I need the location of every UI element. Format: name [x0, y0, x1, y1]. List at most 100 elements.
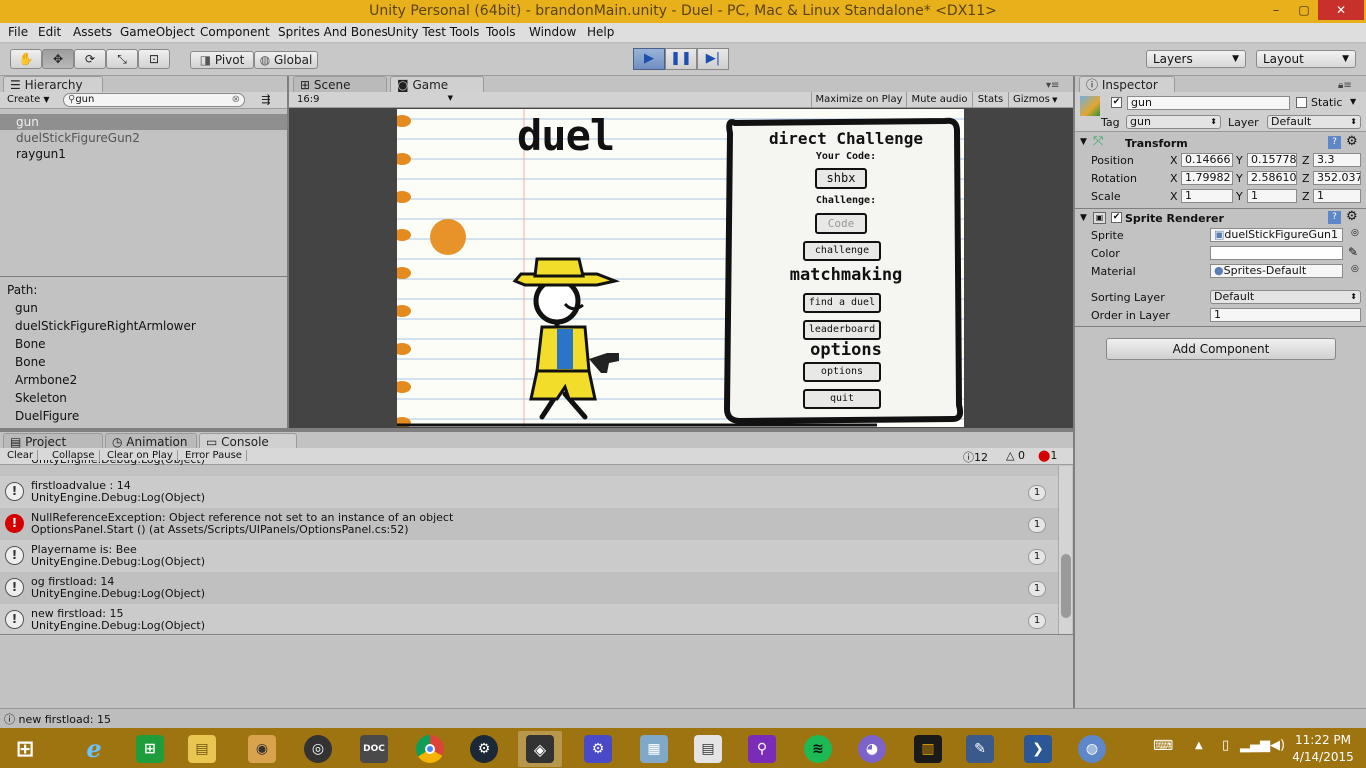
volume-icon[interactable]: ◀)	[1270, 738, 1285, 753]
sprite-renderer-enabled-checkbox[interactable]: ✔	[1111, 212, 1122, 223]
scrollbar-thumb[interactable]	[1061, 554, 1071, 618]
help-icon[interactable]: ?	[1328, 136, 1341, 149]
object-picker-icon[interactable]: ◎	[1351, 228, 1359, 238]
menu-sprites-and-bones[interactable]: Sprites And Bones	[278, 25, 388, 39]
clock-date[interactable]: 4/14/2015	[1290, 750, 1356, 764]
steam-icon[interactable]: ⚙	[462, 731, 506, 767]
gear-icon[interactable]: ⚙	[1346, 134, 1358, 149]
add-component-button[interactable]: Add Component	[1106, 338, 1336, 360]
challenge-button[interactable]: challenge	[803, 241, 881, 261]
console-scrollbar[interactable]	[1058, 466, 1072, 634]
console-entry[interactable]: ! NullReferenceException: Object referen…	[0, 508, 1058, 540]
tab-inspector[interactable]: ⓘ Inspector	[1079, 76, 1175, 93]
leaderboard-button[interactable]: leaderboard	[803, 320, 881, 340]
console-entry[interactable]: ! Playername is: Bee UnityEngine.Debug:L…	[0, 540, 1058, 572]
lock-icon[interactable]: 🔒︎≡	[1338, 80, 1352, 91]
color-swatch[interactable]	[1210, 246, 1343, 260]
windows-start-icon[interactable]: ⊞	[3, 731, 47, 767]
search-app-icon[interactable]: ⚲	[740, 731, 784, 767]
position-y-field[interactable]: 0.15778	[1247, 153, 1297, 167]
menu-window[interactable]: Window	[529, 25, 576, 39]
file-explorer-icon[interactable]: ▤	[180, 731, 224, 767]
global-toggle[interactable]: ◍ Global	[254, 51, 318, 69]
console-entry[interactable]: ! firstloadvalue : 14 UnityEngine.Debug:…	[0, 476, 1058, 508]
material-field[interactable]: ●Sprites-Default	[1210, 264, 1343, 278]
options-button[interactable]: options	[803, 362, 881, 382]
find-duel-button[interactable]: find a duel	[803, 293, 881, 313]
challenge-code-input[interactable]: Code	[815, 213, 867, 234]
spotify-icon[interactable]: ≋	[796, 731, 840, 767]
media-app-icon[interactable]: ◉	[240, 731, 284, 767]
tab-game[interactable]: ◙ Game	[390, 76, 484, 93]
hierarchy-item-duelstickfiguregun2[interactable]: duelStickFigureGun2	[16, 131, 140, 145]
order-in-layer-field[interactable]: 1	[1210, 308, 1361, 322]
internet-explorer-icon[interactable]: ℯ	[72, 731, 116, 767]
layers-dropdown[interactable]: Layers ▼	[1146, 50, 1246, 68]
object-picker-icon[interactable]: ◎	[1351, 264, 1359, 274]
network-app-icon[interactable]: ◍	[1070, 731, 1114, 767]
gizmos-dropdown[interactable]: Gizmos ▼	[1008, 92, 1070, 108]
menu-assets[interactable]: Assets	[73, 25, 112, 39]
position-z-field[interactable]: 3.3	[1313, 153, 1361, 167]
scale-y-field[interactable]: 1	[1247, 189, 1297, 203]
filter-icon[interactable]: ⇶	[255, 93, 277, 107]
document-app-icon[interactable]: DOC	[352, 731, 396, 767]
position-x-field[interactable]: 0.14666	[1181, 153, 1233, 167]
chrome-icon[interactable]	[408, 731, 452, 767]
minimize-button[interactable]: –	[1262, 0, 1290, 20]
rotation-z-field[interactable]: 352.037	[1313, 171, 1361, 185]
menu-gameobject[interactable]: GameObject	[120, 25, 195, 39]
layout-dropdown[interactable]: Layout ▼	[1256, 50, 1356, 68]
pivot-toggle[interactable]: ◨ Pivot	[190, 51, 254, 69]
piano-app-icon[interactable]: ▥	[906, 731, 950, 767]
hierarchy-search-input[interactable]: ⚲gun ⊗	[63, 93, 245, 107]
maximize-button[interactable]: ▢	[1290, 0, 1318, 20]
sprite-field[interactable]: ▣duelStickFigureGun1	[1210, 228, 1343, 242]
expand-arrow-icon[interactable]: ▼	[1080, 137, 1087, 147]
expand-arrow-icon[interactable]: ▼	[1080, 213, 1087, 223]
sorting-layer-dropdown[interactable]: Default ⬍	[1210, 290, 1361, 304]
aspect-dropdown[interactable]: 16:9 ▼	[297, 94, 455, 107]
error-count-toggle[interactable]: ⬤1	[1038, 449, 1057, 462]
scale-tool-icon[interactable]: ⤡	[106, 49, 138, 69]
layer-dropdown[interactable]: Default ⬍	[1267, 115, 1361, 129]
chevron-down-icon[interactable]: ▼	[1350, 97, 1356, 106]
menu-tools[interactable]: Tools	[486, 25, 516, 39]
menu-help[interactable]: Help	[587, 25, 614, 39]
unity-taskbar-icon[interactable]: ◈	[518, 731, 562, 767]
tab-hierarchy[interactable]: ☰ Hierarchy	[3, 76, 103, 93]
stats-toggle[interactable]: Stats	[972, 92, 1008, 108]
log-count-toggle[interactable]: ⓘ12	[963, 449, 988, 465]
maximize-on-play-toggle[interactable]: Maximize on Play	[811, 92, 906, 108]
keyboard-icon[interactable]: ⌨	[1153, 738, 1173, 754]
tray-expand-icon[interactable]: ▲	[1195, 740, 1203, 751]
clock-time[interactable]: 11:22 PM	[1290, 733, 1356, 747]
battery-icon[interactable]: ▯	[1222, 738, 1229, 753]
menu-file[interactable]: File	[8, 25, 28, 39]
hand-tool-icon[interactable]: ✋	[10, 49, 42, 69]
speaker-app-icon[interactable]: ◎	[296, 731, 340, 767]
powershell-icon[interactable]: ❯	[1016, 731, 1060, 767]
menu-edit[interactable]: Edit	[38, 25, 61, 39]
scale-x-field[interactable]: 1	[1181, 189, 1233, 203]
step-button[interactable]: ▶|	[697, 48, 729, 70]
rect-tool-icon[interactable]: ⊡	[138, 49, 170, 69]
eyedropper-icon[interactable]: ✎	[1348, 245, 1358, 259]
hierarchy-item-gun[interactable]: gun	[16, 115, 39, 129]
close-button[interactable]: ✕	[1318, 0, 1364, 20]
game-screen[interactable]: duel direct Challenge Your Code: shbx Ch…	[397, 109, 964, 427]
news-app-icon[interactable]: ▤	[686, 731, 730, 767]
console-entry[interactable]: ! new firstload: 15 UnityEngine.Debug:Lo…	[0, 604, 1058, 636]
paint-app-icon[interactable]: ✎	[958, 731, 1002, 767]
menu-component[interactable]: Component	[200, 25, 270, 39]
console-entry[interactable]: ! og firstload: 14 UnityEngine.Debug:Log…	[0, 572, 1058, 604]
active-checkbox[interactable]: ✔	[1111, 97, 1122, 108]
scale-z-field[interactable]: 1	[1313, 189, 1361, 203]
tab-scene[interactable]: ⊞ Scene	[293, 76, 387, 93]
clear-search-icon[interactable]: ⊗	[232, 94, 240, 106]
play-button[interactable]: ▶	[633, 48, 665, 70]
status-message[interactable]: ⓘ new firstload: 15	[4, 711, 111, 727]
cat-app-icon[interactable]: ◕	[850, 731, 894, 767]
rotation-y-field[interactable]: 2.58610	[1247, 171, 1297, 185]
settings-app-icon[interactable]: ⚙	[576, 731, 620, 767]
